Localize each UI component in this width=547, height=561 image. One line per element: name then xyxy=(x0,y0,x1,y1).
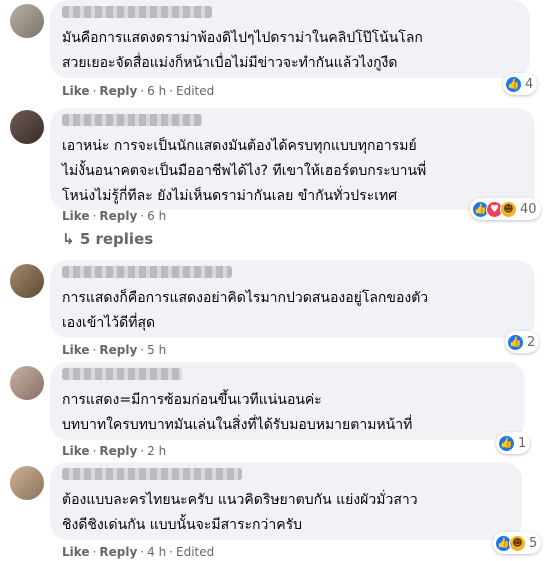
like-icon: 👍 xyxy=(498,434,515,452)
comment-text: มันคือการแสดงดราม่าพ้องดิไปๆไปดราม่าในคล… xyxy=(62,30,423,71)
reply-button[interactable]: Reply xyxy=(99,209,137,223)
avatar[interactable] xyxy=(10,110,44,144)
reaction-count: 5 xyxy=(529,535,538,551)
like-button[interactable]: Like xyxy=(62,343,90,357)
reaction-count: 40 xyxy=(520,201,537,217)
avatar[interactable] xyxy=(10,4,44,38)
haha-icon: ☻ xyxy=(509,534,526,552)
reaction-count: 4 xyxy=(525,76,534,92)
like-button[interactable]: Like xyxy=(62,209,90,223)
comment-bubble: มันคือการแสดงดราม่าพ้องดิไปๆไปดราม่าในคล… xyxy=(50,0,530,78)
view-replies-link[interactable]: ↳ 5 replies xyxy=(62,230,153,248)
reaction-summary[interactable]: 👍 4 xyxy=(503,73,538,95)
commenter-name-redacted[interactable] xyxy=(62,468,242,480)
replies-count-label: 5 replies xyxy=(79,230,154,248)
like-button[interactable]: Like xyxy=(62,444,90,458)
reaction-summary[interactable]: 👍 1 xyxy=(496,432,531,454)
comment-actions: Like · Reply · 2 h xyxy=(62,444,167,458)
reply-arrow-icon: ↳ xyxy=(62,230,75,248)
commenter-name-redacted[interactable] xyxy=(62,368,182,380)
reaction-summary[interactable]: 👍 2 xyxy=(505,331,540,353)
avatar[interactable] xyxy=(10,366,44,400)
comment-bubble: เอาหน่ะ การจะเป็นนักแสดงมันต้องได้ครบทุก… xyxy=(50,108,535,210)
comment-actions: Like · Reply · 5 h xyxy=(62,343,167,357)
like-button[interactable]: Like xyxy=(62,84,90,98)
timestamp[interactable]: 5 h xyxy=(147,343,166,357)
comment-text: การแสดงก็คือการแสดงอย่าคิดไรมากปวดสนองอย… xyxy=(62,290,429,331)
commenter-name-redacted[interactable] xyxy=(62,266,232,278)
comment-text: การแสดง=มีการซ้อมก่อนขึ้นเวทีแน่นอนค่ะ บ… xyxy=(62,392,413,433)
reply-button[interactable]: Reply xyxy=(99,545,137,559)
like-icon: 👍 xyxy=(505,75,522,93)
comment-bubble: การแสดง=มีการซ้อมก่อนขึ้นเวทีแน่นอนค่ะ บ… xyxy=(50,362,525,440)
comment-actions: Like · Reply · 6 h · Edited xyxy=(62,84,215,98)
commenter-name-redacted[interactable] xyxy=(62,114,202,126)
comment-bubble: ต้องแบบละครไทยนะครับ แนวคิดริษยาตบกัน แย… xyxy=(50,462,522,540)
reply-button[interactable]: Reply xyxy=(99,343,137,357)
reply-button[interactable]: Reply xyxy=(99,444,137,458)
commenter-name-redacted[interactable] xyxy=(62,6,212,18)
comment-text: ต้องแบบละครไทยนะครับ แนวคิดริษยาตบกัน แย… xyxy=(62,492,418,533)
timestamp[interactable]: 2 h xyxy=(147,444,166,458)
timestamp[interactable]: 6 h xyxy=(147,84,166,98)
avatar[interactable] xyxy=(10,466,44,500)
like-icon: 👍 xyxy=(507,333,524,351)
comment-actions: Like · Reply · 6 h xyxy=(62,209,167,223)
reply-button[interactable]: Reply xyxy=(99,84,137,98)
reaction-summary[interactable]: 👍 ☻ 5 xyxy=(493,532,542,554)
timestamp[interactable]: 4 h xyxy=(147,545,166,559)
reaction-count: 1 xyxy=(518,435,527,451)
reaction-summary[interactable]: 👍 ♥ ☻ 40 xyxy=(470,198,541,220)
timestamp[interactable]: 6 h xyxy=(147,209,166,223)
like-button[interactable]: Like xyxy=(62,545,90,559)
comment-actions: Like · Reply · 4 h · Edited xyxy=(62,545,215,559)
reaction-count: 2 xyxy=(527,334,536,350)
edited-label: Edited xyxy=(176,545,215,559)
comment-bubble: การแสดงก็คือการแสดงอย่าคิดไรมากปวดสนองอย… xyxy=(50,260,535,338)
edited-label: Edited xyxy=(176,84,215,98)
comment-text: เอาหน่ะ การจะเป็นนักแสดงมันต้องได้ครบทุก… xyxy=(62,138,427,204)
haha-icon: ☻ xyxy=(500,200,517,218)
avatar[interactable] xyxy=(10,264,44,298)
